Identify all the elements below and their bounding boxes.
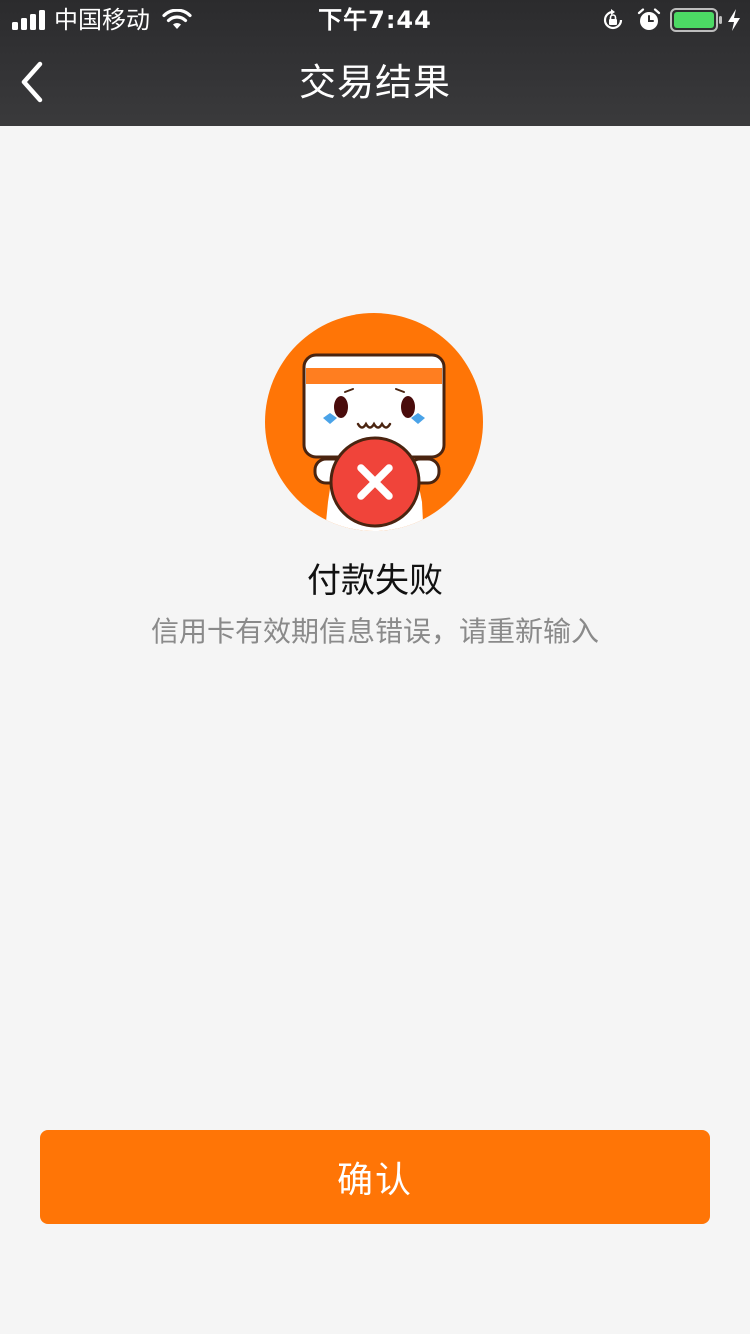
page-title: 交易结果	[299, 61, 451, 104]
orientation-lock-icon	[603, 9, 623, 30]
confirm-button[interactable]: 确认	[40, 1130, 710, 1224]
top-bar: 中国移动 下午7:44 交易结果	[0, 0, 750, 126]
navigation-bar: 交易结果	[0, 40, 750, 126]
battery-icon	[670, 8, 722, 32]
alarm-icon	[637, 8, 661, 30]
status-bar: 中国移动 下午7:44	[0, 0, 750, 40]
failed-mascot-icon	[265, 313, 483, 531]
result-description: 信用卡有效期信息错误，请重新输入	[150, 615, 599, 648]
result-title: 付款失败	[307, 561, 443, 601]
charging-icon	[728, 9, 740, 31]
